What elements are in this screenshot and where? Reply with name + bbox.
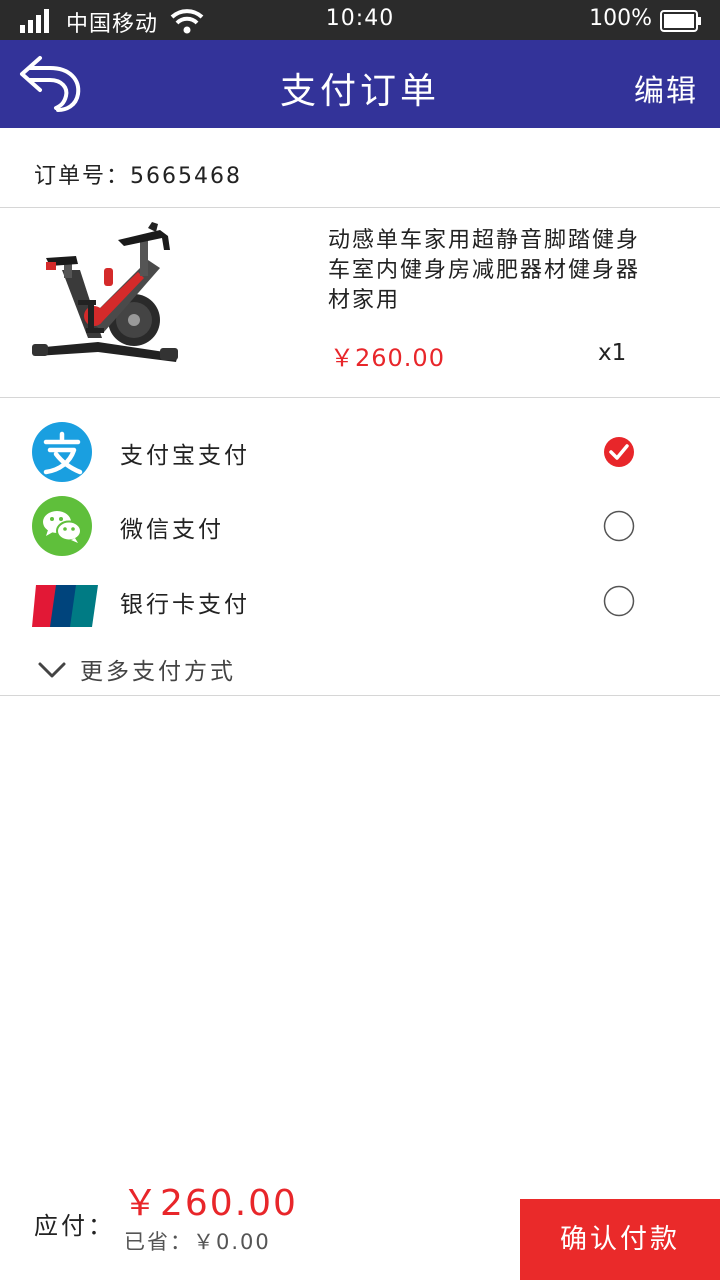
saved-amount: 已省：￥0.00 xyxy=(124,1230,271,1254)
payment-option-label: 银行卡支付 xyxy=(120,592,250,618)
payment-option-label: 支付宝支付 xyxy=(120,443,250,469)
payment-option-bank-card[interactable]: 银行卡支付 xyxy=(0,565,720,635)
payment-option-alipay[interactable]: 支付宝支付 xyxy=(0,416,720,486)
divider xyxy=(0,695,720,696)
edit-button[interactable]: 编辑 xyxy=(634,66,698,110)
wechat-icon xyxy=(32,496,92,556)
payment-option-label: 微信支付 xyxy=(120,517,224,543)
app-header: 支付订单 编辑 xyxy=(0,40,720,128)
unionpay-icon xyxy=(32,585,98,627)
payment-option-wechat[interactable]: 微信支付 xyxy=(0,490,720,560)
divider xyxy=(0,207,720,208)
product-name: 动感单车家用超静音脚踏健身车室内健身房减肥器材健身器材家用 xyxy=(328,228,641,313)
exercise-bike-image xyxy=(32,222,178,362)
product-price: ￥260.00 xyxy=(330,344,445,372)
more-payment-methods-label: 更多支付方式 xyxy=(80,659,236,685)
status-bar: 中国移动 10:40 100% xyxy=(0,0,720,40)
total-amount: ￥260.00 xyxy=(122,1183,298,1224)
order-number: 订单号：5665468 xyxy=(34,164,242,189)
checked-radio-icon[interactable] xyxy=(603,436,635,468)
battery-icon xyxy=(660,10,701,32)
divider xyxy=(0,397,720,398)
battery-percent: 100% xyxy=(589,6,652,31)
amount-due-label: 应付： xyxy=(34,1212,115,1240)
unchecked-radio-icon[interactable] xyxy=(603,585,635,617)
confirm-payment-button[interactable]: 确认付款 xyxy=(520,1199,720,1280)
chevron-down-icon xyxy=(38,662,66,678)
unchecked-radio-icon[interactable] xyxy=(603,510,635,542)
product-quantity: x1 xyxy=(598,340,627,366)
alipay-icon xyxy=(32,422,92,482)
page-title: 支付订单 xyxy=(279,71,440,112)
